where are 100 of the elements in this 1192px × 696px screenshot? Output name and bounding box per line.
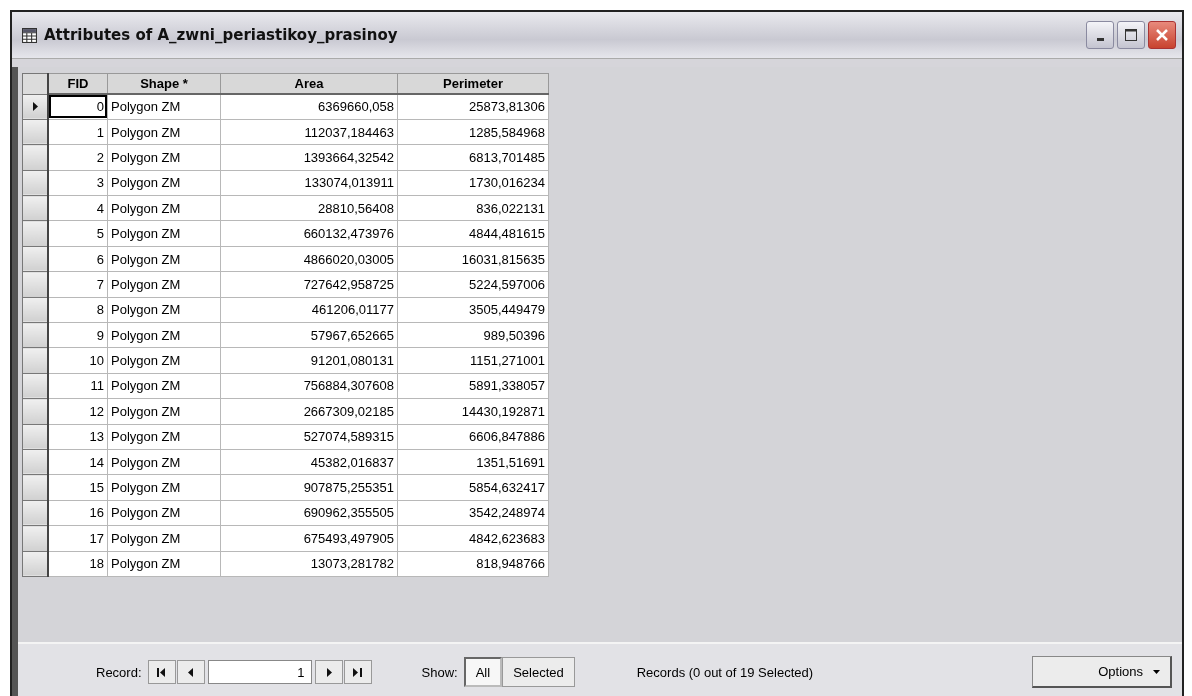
row-selector[interactable]: [22, 322, 48, 348]
row-selector[interactable]: [22, 94, 48, 120]
table-cell: Polygon ZM: [107, 500, 221, 526]
show-label: Show:: [421, 664, 458, 680]
table-cell: 675493,497905: [220, 525, 398, 552]
table-cell: Polygon ZM: [107, 424, 221, 450]
row-selector[interactable]: [22, 500, 48, 526]
table-cell: Polygon ZM: [107, 297, 221, 323]
table-cell: 6813,701485: [397, 144, 549, 171]
row-selector[interactable]: [22, 525, 48, 552]
previous-icon: [187, 667, 194, 677]
next-icon: [325, 667, 332, 677]
table-cell: 1285,584968: [397, 119, 549, 145]
table-cell: Polygon ZM: [107, 144, 221, 171]
table-cell: Polygon ZM: [107, 551, 221, 577]
table-cell: 13073,281782: [220, 551, 398, 577]
record-label: Record:: [96, 664, 142, 680]
table-cell: 3542,248974: [397, 500, 549, 526]
table-cell: 836,022131: [397, 195, 549, 221]
table-cell: 91201,080131: [220, 347, 398, 374]
column-header[interactable]: FID: [48, 73, 108, 94]
table-cell: Polygon ZM: [107, 170, 221, 196]
table-cell: 14430,192871: [397, 398, 549, 425]
table-cell: 4866020,03005: [220, 246, 398, 272]
column-header[interactable]: Shape *: [107, 73, 221, 94]
header-corner: [22, 73, 48, 94]
table-cell: 5854,632417: [397, 474, 549, 501]
table-cell: 5224,597006: [397, 271, 549, 298]
row-selector[interactable]: [22, 195, 48, 221]
table-cell: 25873,81306: [397, 94, 549, 120]
table-cell: Polygon ZM: [107, 195, 221, 221]
table-cell: 461206,01177: [220, 297, 398, 323]
show-toggle[interactable]: All: [463, 657, 503, 687]
table-cell: 727642,958725: [220, 271, 398, 298]
table-cell: Polygon ZM: [107, 246, 221, 272]
row-selector[interactable]: [22, 347, 48, 374]
row-selector[interactable]: [22, 373, 48, 399]
previous-record-button[interactable]: [176, 660, 205, 684]
table-cell: Polygon ZM: [107, 398, 221, 425]
row-selector[interactable]: [22, 449, 48, 475]
first-record-button[interactable]: [147, 660, 176, 684]
row-selector[interactable]: [22, 144, 48, 171]
table-cell: 57967,652665: [220, 322, 398, 348]
record-field[interactable]: 1: [207, 660, 312, 684]
row-selector[interactable]: [22, 170, 48, 196]
table-cell: 756884,307608: [220, 373, 398, 399]
table-cell: Polygon ZM: [107, 525, 221, 552]
row-selector[interactable]: [22, 398, 48, 425]
row-selector[interactable]: [22, 424, 48, 450]
table-cell: Polygon ZM: [107, 271, 221, 298]
table-cell: 1730,016234: [397, 170, 549, 196]
row-selector[interactable]: [22, 551, 48, 577]
table-cell: 1151,271001: [397, 347, 549, 374]
maximize-button[interactable]: [1117, 21, 1145, 49]
table-cell: Polygon ZM: [107, 220, 221, 247]
row-selector[interactable]: [22, 297, 48, 323]
table-cell: 6369660,058: [220, 94, 398, 120]
table-cell: 2667309,02185: [220, 398, 398, 425]
table-cell: Polygon ZM: [107, 347, 221, 374]
table-cell: 3505,449479: [397, 297, 549, 323]
table-cell: Polygon ZM: [107, 373, 221, 399]
close-button[interactable]: [1148, 21, 1176, 49]
first-icon: [156, 667, 167, 677]
table-cell: 6606,847886: [397, 424, 549, 450]
table-cell: Polygon ZM: [107, 119, 221, 145]
next-record-button[interactable]: [314, 660, 343, 684]
row-selector[interactable]: [22, 119, 48, 145]
table-cell: 45382,016837: [220, 449, 398, 475]
show-toggle[interactable]: Selected: [502, 657, 575, 687]
minimize-button[interactable]: [1086, 21, 1114, 49]
table-cell: 28810,56408: [220, 195, 398, 221]
table-cell: 989,50396: [397, 322, 549, 348]
table-cell: 907875,255351: [220, 474, 398, 501]
last-record-button[interactable]: [343, 660, 372, 684]
table-cell: Polygon ZM: [107, 474, 221, 501]
table-cell: 4844,481615: [397, 220, 549, 247]
row-selector[interactable]: [22, 220, 48, 247]
table-cell: Polygon ZM: [107, 94, 221, 120]
table-cell: 16031,815635: [397, 246, 549, 272]
table-cell: 1393664,32542: [220, 144, 398, 171]
caret-icon: [1153, 669, 1160, 674]
selection-status: Records (0 out of 19 Selected): [636, 664, 815, 680]
table-cell: 660132,473976: [220, 220, 398, 247]
row-selector[interactable]: [22, 271, 48, 298]
table-cell: Polygon ZM: [107, 322, 221, 348]
row-selector[interactable]: [22, 246, 48, 272]
table-icon: [22, 27, 37, 43]
table-cell: 527074,589315: [220, 424, 398, 450]
table-cell: 4842,623683: [397, 525, 549, 552]
options-button[interactable]: Options: [1032, 656, 1172, 688]
table-cell: 1351,51691: [397, 449, 549, 475]
window-title: Attributes of A_zwni_periastikoy_prasinoy: [44, 26, 399, 44]
minimize-icon: [1096, 37, 1104, 41]
column-header[interactable]: Area: [220, 73, 398, 94]
table-cell: Polygon ZM: [107, 449, 221, 475]
table-cell: 690962,355505: [220, 500, 398, 526]
row-selector[interactable]: [22, 474, 48, 501]
column-header[interactable]: Perimeter: [397, 73, 549, 94]
last-icon: [352, 667, 363, 677]
table-cell: 818,948766: [397, 551, 549, 577]
